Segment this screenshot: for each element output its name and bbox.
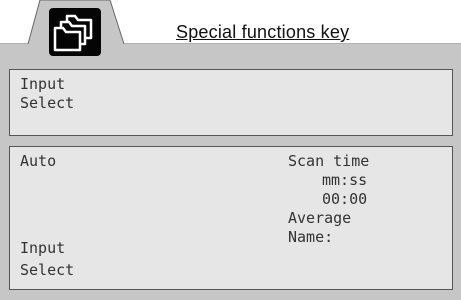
main-line-input: Input [20, 239, 66, 257]
display-panel-main: Auto Input Select Scan time mm:ss 00:00 … [9, 146, 453, 290]
top-line-input: Input [20, 75, 66, 93]
time-format: mm:ss [322, 171, 368, 189]
average-label: Average [288, 209, 352, 227]
name-label: Name: [288, 228, 334, 246]
key-caption: Special functions key [176, 22, 350, 42]
device-screen: Special functions key Input Select Auto … [0, 0, 461, 300]
special-functions-key[interactable] [49, 8, 101, 56]
scan-time-label: Scan time [288, 152, 370, 170]
time-value: 00:00 [322, 190, 368, 208]
top-line-select: Select [20, 94, 75, 112]
main-line-select: Select [20, 261, 75, 279]
folders-icon [53, 14, 93, 52]
display-panel-top: Input Select [9, 69, 453, 136]
mode-auto: Auto [20, 152, 57, 170]
